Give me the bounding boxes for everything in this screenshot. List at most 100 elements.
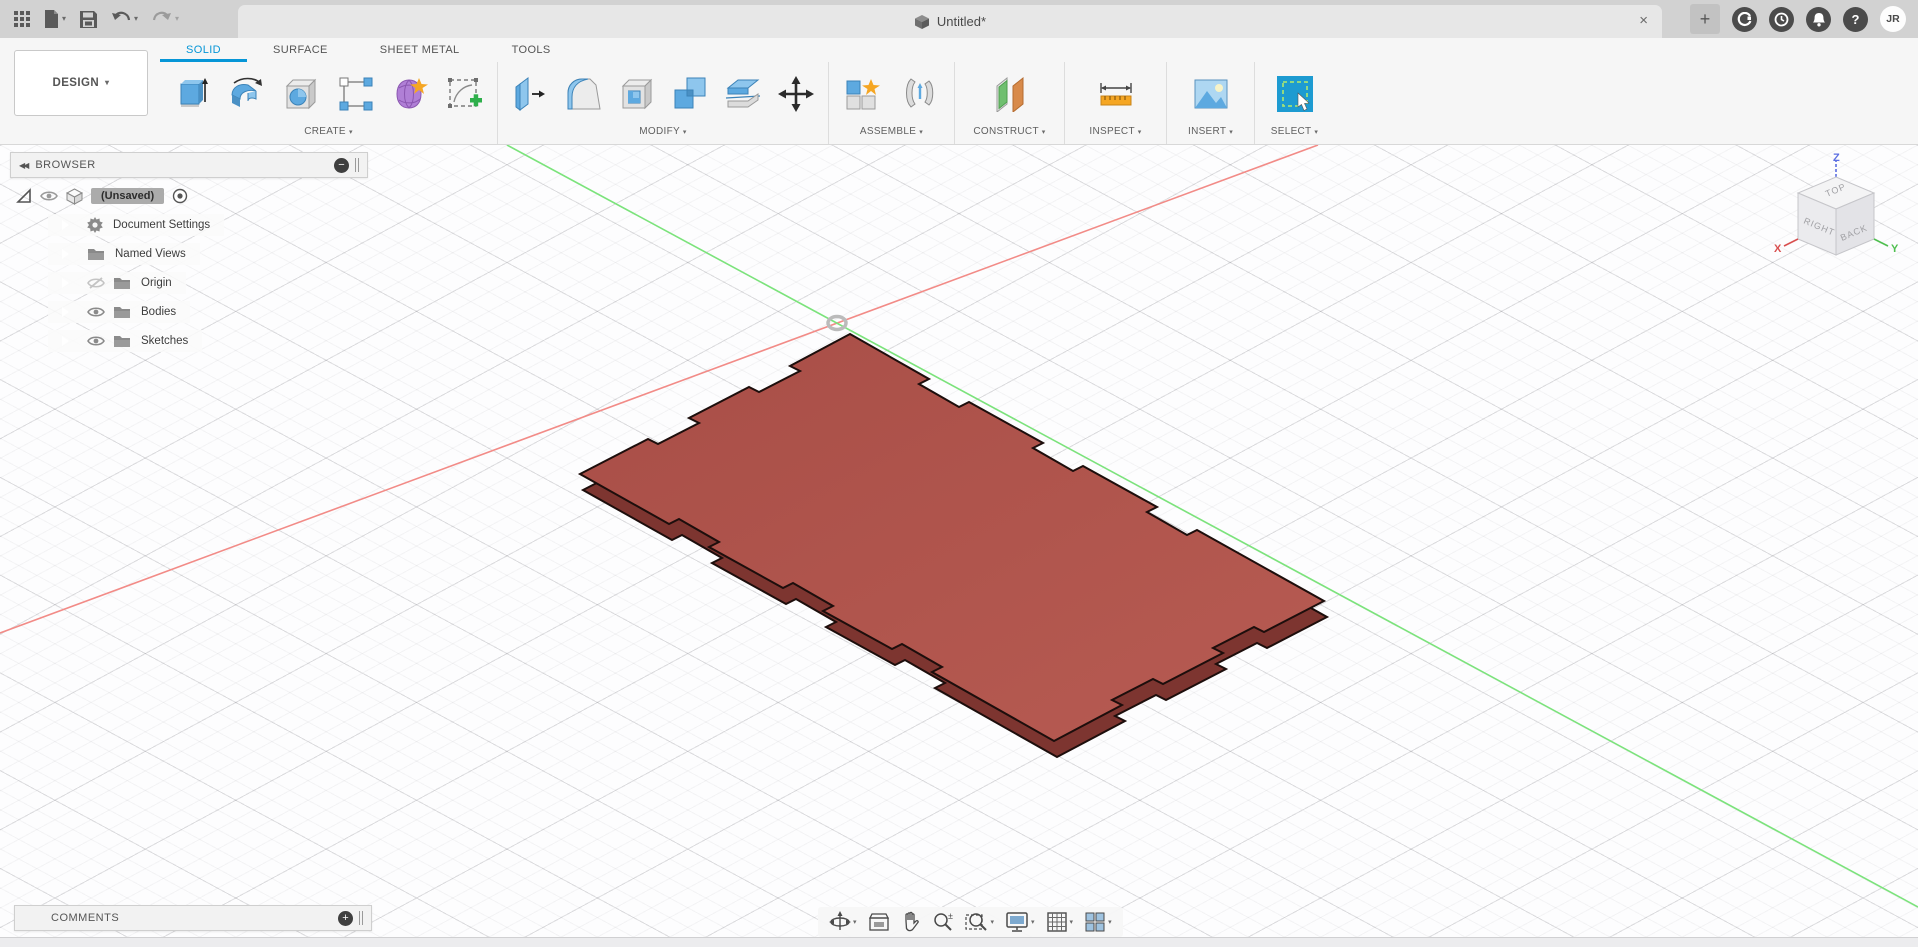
measure-icon[interactable] [1094, 72, 1138, 116]
look-at-tool[interactable] [865, 912, 893, 932]
collapse-panel-icon[interactable]: ◀◀ [19, 161, 29, 170]
create-form-icon[interactable] [388, 72, 432, 116]
expand-arrow-icon[interactable] [60, 218, 69, 232]
workspace-selector[interactable]: DESIGN ▾ [14, 50, 148, 116]
chevron-down-icon: ▾ [134, 14, 139, 23]
expand-arrow-icon[interactable] [60, 247, 69, 261]
browser-item-named-views[interactable]: Named Views [48, 243, 200, 265]
visibility-eye-icon[interactable] [87, 335, 105, 347]
browser-item-bodies[interactable]: Bodies [48, 301, 191, 323]
expand-arrow-icon[interactable] [60, 305, 69, 319]
group-label-construct[interactable]: CONSTRUCT ▾ [955, 124, 1064, 144]
combine-icon[interactable] [668, 72, 712, 116]
undo-button[interactable]: ▾ [111, 11, 138, 27]
browser-item-origin[interactable]: Origin [48, 272, 186, 294]
new-component-icon[interactable] [841, 72, 885, 116]
browser-item-document-settings[interactable]: Document Settings [48, 214, 225, 236]
viewcube-y-label: Y [1891, 243, 1899, 255]
hole-icon[interactable] [279, 72, 323, 116]
scene-canvas [0, 145, 1918, 908]
press-pull-icon[interactable] [509, 72, 553, 116]
3d-viewport[interactable]: ◀◀ BROWSER − (Unsaved) Document Settings… [0, 145, 1918, 937]
grid-and-snaps-tool[interactable]: ▾ [1043, 911, 1077, 933]
tab-tools[interactable]: TOOLS [486, 40, 577, 62]
activate-component-radio[interactable] [172, 188, 188, 204]
chevron-down-icon[interactable]: ▾ [991, 919, 995, 926]
group-label-assemble[interactable]: ASSEMBLE ▾ [829, 124, 954, 144]
extensions-icon[interactable] [1732, 6, 1757, 32]
job-status-icon[interactable] [1769, 6, 1794, 32]
help-icon[interactable]: ? [1843, 6, 1868, 32]
chevron-down-icon[interactable]: ▾ [853, 919, 857, 926]
fillet-icon[interactable] [562, 72, 606, 116]
panel-drag-handle[interactable] [359, 911, 363, 925]
display-settings-tool[interactable]: ▾ [1002, 911, 1038, 933]
zoom-window-tool[interactable]: ▾ [962, 911, 998, 933]
joint-icon[interactable] [898, 72, 942, 116]
create-sketch-icon[interactable] [442, 72, 486, 116]
gear-icon [87, 217, 103, 233]
select-icon[interactable] [1273, 72, 1317, 116]
group-label-modify[interactable]: MODIFY ▾ [498, 124, 828, 144]
group-create: CREATE ▾ [160, 62, 497, 144]
chevron-down-icon[interactable]: ▾ [1031, 919, 1035, 926]
chevron-down-icon: ▾ [105, 78, 110, 87]
expanded-arrow-icon[interactable] [16, 188, 32, 204]
expand-arrow-icon[interactable] [60, 276, 69, 290]
extrude-icon[interactable] [171, 72, 215, 116]
view-cube[interactable]: Z TOP RIGHT BACK X Y [1770, 151, 1902, 274]
chevron-down-icon[interactable]: ▾ [1070, 919, 1074, 926]
tab-sheet-metal[interactable]: SHEET METAL [354, 40, 486, 62]
model-body[interactable] [579, 333, 1328, 758]
offset-plane-icon[interactable] [988, 72, 1032, 116]
add-comment-icon[interactable]: + [338, 910, 353, 926]
title-bar: ▾ ▾ ▾ Untitled* × + ? JR [0, 0, 1918, 38]
pan-tool[interactable] [898, 911, 924, 933]
move-copy-icon[interactable] [774, 72, 818, 116]
tab-surface[interactable]: SURFACE [247, 40, 354, 62]
app-launcher-icon[interactable] [14, 11, 30, 27]
viewports-tool[interactable]: ▾ [1081, 911, 1115, 933]
user-avatar[interactable]: JR [1880, 6, 1906, 32]
group-label-select[interactable]: SELECT ▾ [1255, 124, 1334, 144]
visibility-eye-icon[interactable] [87, 306, 105, 318]
viewcube-x-label: X [1774, 243, 1782, 255]
chevron-down-icon: ▾ [62, 14, 67, 23]
document-tab[interactable]: Untitled* × [238, 5, 1662, 38]
folder-icon [113, 276, 131, 290]
shell-icon[interactable] [615, 72, 659, 116]
panel-drag-handle[interactable] [355, 158, 359, 172]
toolbar: DESIGN ▾ SOLID SURFACE SHEET METAL TOOLS [0, 38, 1918, 145]
visibility-eye-icon[interactable] [40, 190, 58, 202]
file-menu-button[interactable]: ▾ [44, 10, 66, 28]
revolve-icon[interactable] [225, 72, 269, 116]
group-insert: INSERT ▾ [1166, 62, 1254, 144]
comments-panel-header[interactable]: COMMENTS + [14, 905, 372, 931]
browser-panel-header[interactable]: ◀◀ BROWSER − [10, 152, 368, 178]
notifications-bell-icon[interactable] [1806, 6, 1831, 32]
browser-root-row[interactable]: (Unsaved) [10, 185, 202, 207]
zoom-tool[interactable]: ± [929, 911, 957, 933]
insert-canvas-icon[interactable] [1189, 72, 1233, 116]
split-body-icon[interactable] [721, 72, 765, 116]
rectangular-pattern-icon[interactable] [334, 72, 378, 116]
new-tab-button[interactable]: + [1690, 4, 1720, 34]
svg-text:±: ± [948, 911, 953, 921]
root-component-name[interactable]: (Unsaved) [91, 188, 165, 204]
component-cube-icon [66, 187, 83, 205]
tab-solid[interactable]: SOLID [160, 40, 248, 62]
redo-button[interactable]: ▾ [152, 11, 179, 27]
group-label-create[interactable]: CREATE ▾ [160, 124, 497, 144]
group-label-inspect[interactable]: INSPECT ▾ [1065, 124, 1166, 144]
chevron-down-icon[interactable]: ▾ [1108, 919, 1112, 926]
group-label-insert[interactable]: INSERT ▾ [1167, 124, 1254, 144]
save-button[interactable] [80, 10, 98, 28]
group-construct: CONSTRUCT ▾ [954, 62, 1064, 144]
browser-item-sketches[interactable]: Sketches [48, 330, 203, 352]
expand-arrow-icon[interactable] [60, 334, 69, 348]
minimize-panel-icon[interactable]: − [334, 157, 349, 173]
orbit-tool[interactable]: ▾ [826, 911, 860, 933]
close-tab-icon[interactable]: × [1639, 11, 1648, 31]
status-bar [0, 937, 1918, 947]
visibility-hidden-eye-icon[interactable] [87, 276, 105, 290]
